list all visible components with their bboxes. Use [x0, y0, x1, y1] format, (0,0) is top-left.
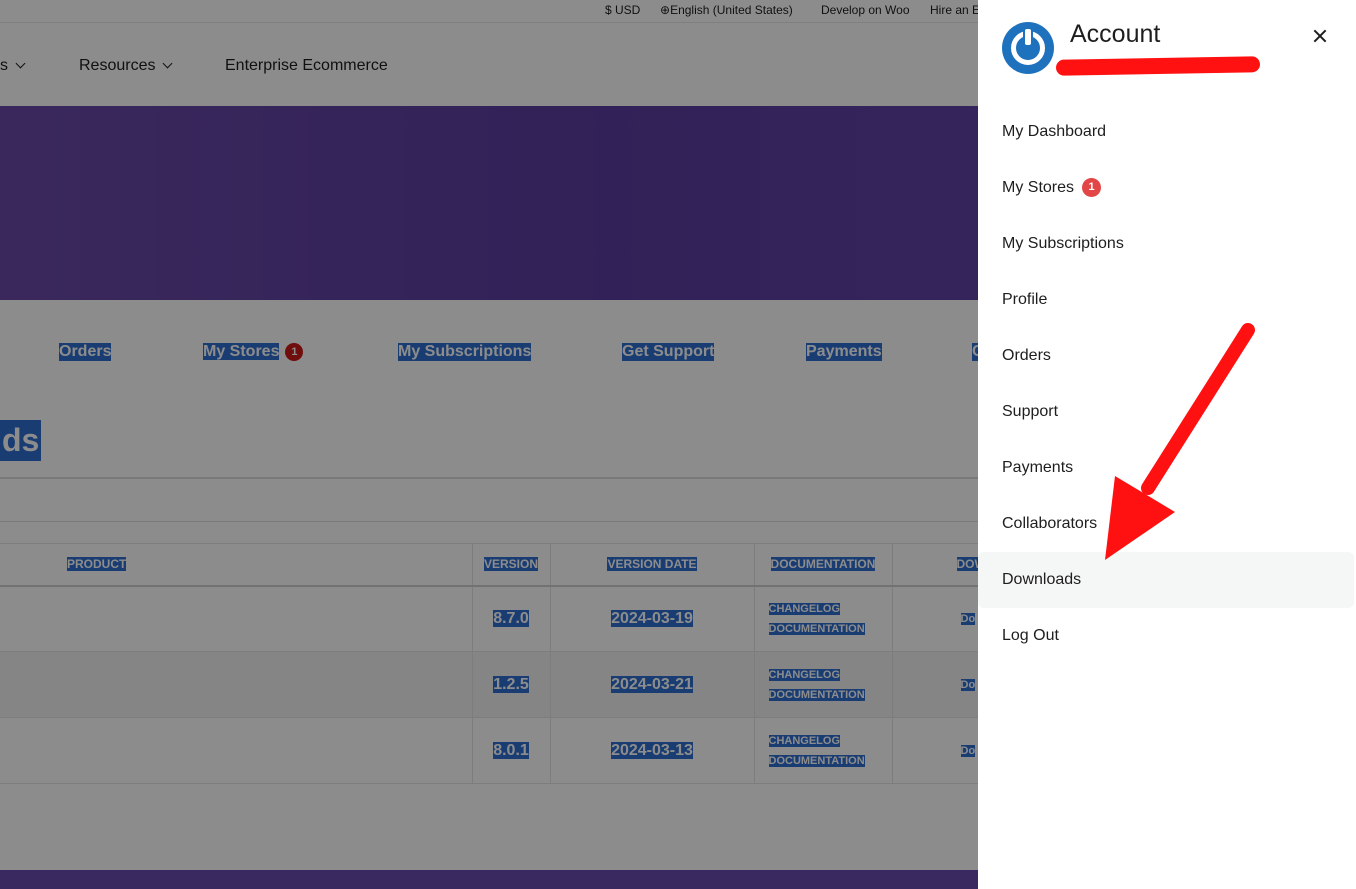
arrow-shaft [1141, 323, 1255, 495]
annotation-arrow [1105, 323, 1255, 560]
arrow-head [1105, 476, 1175, 560]
